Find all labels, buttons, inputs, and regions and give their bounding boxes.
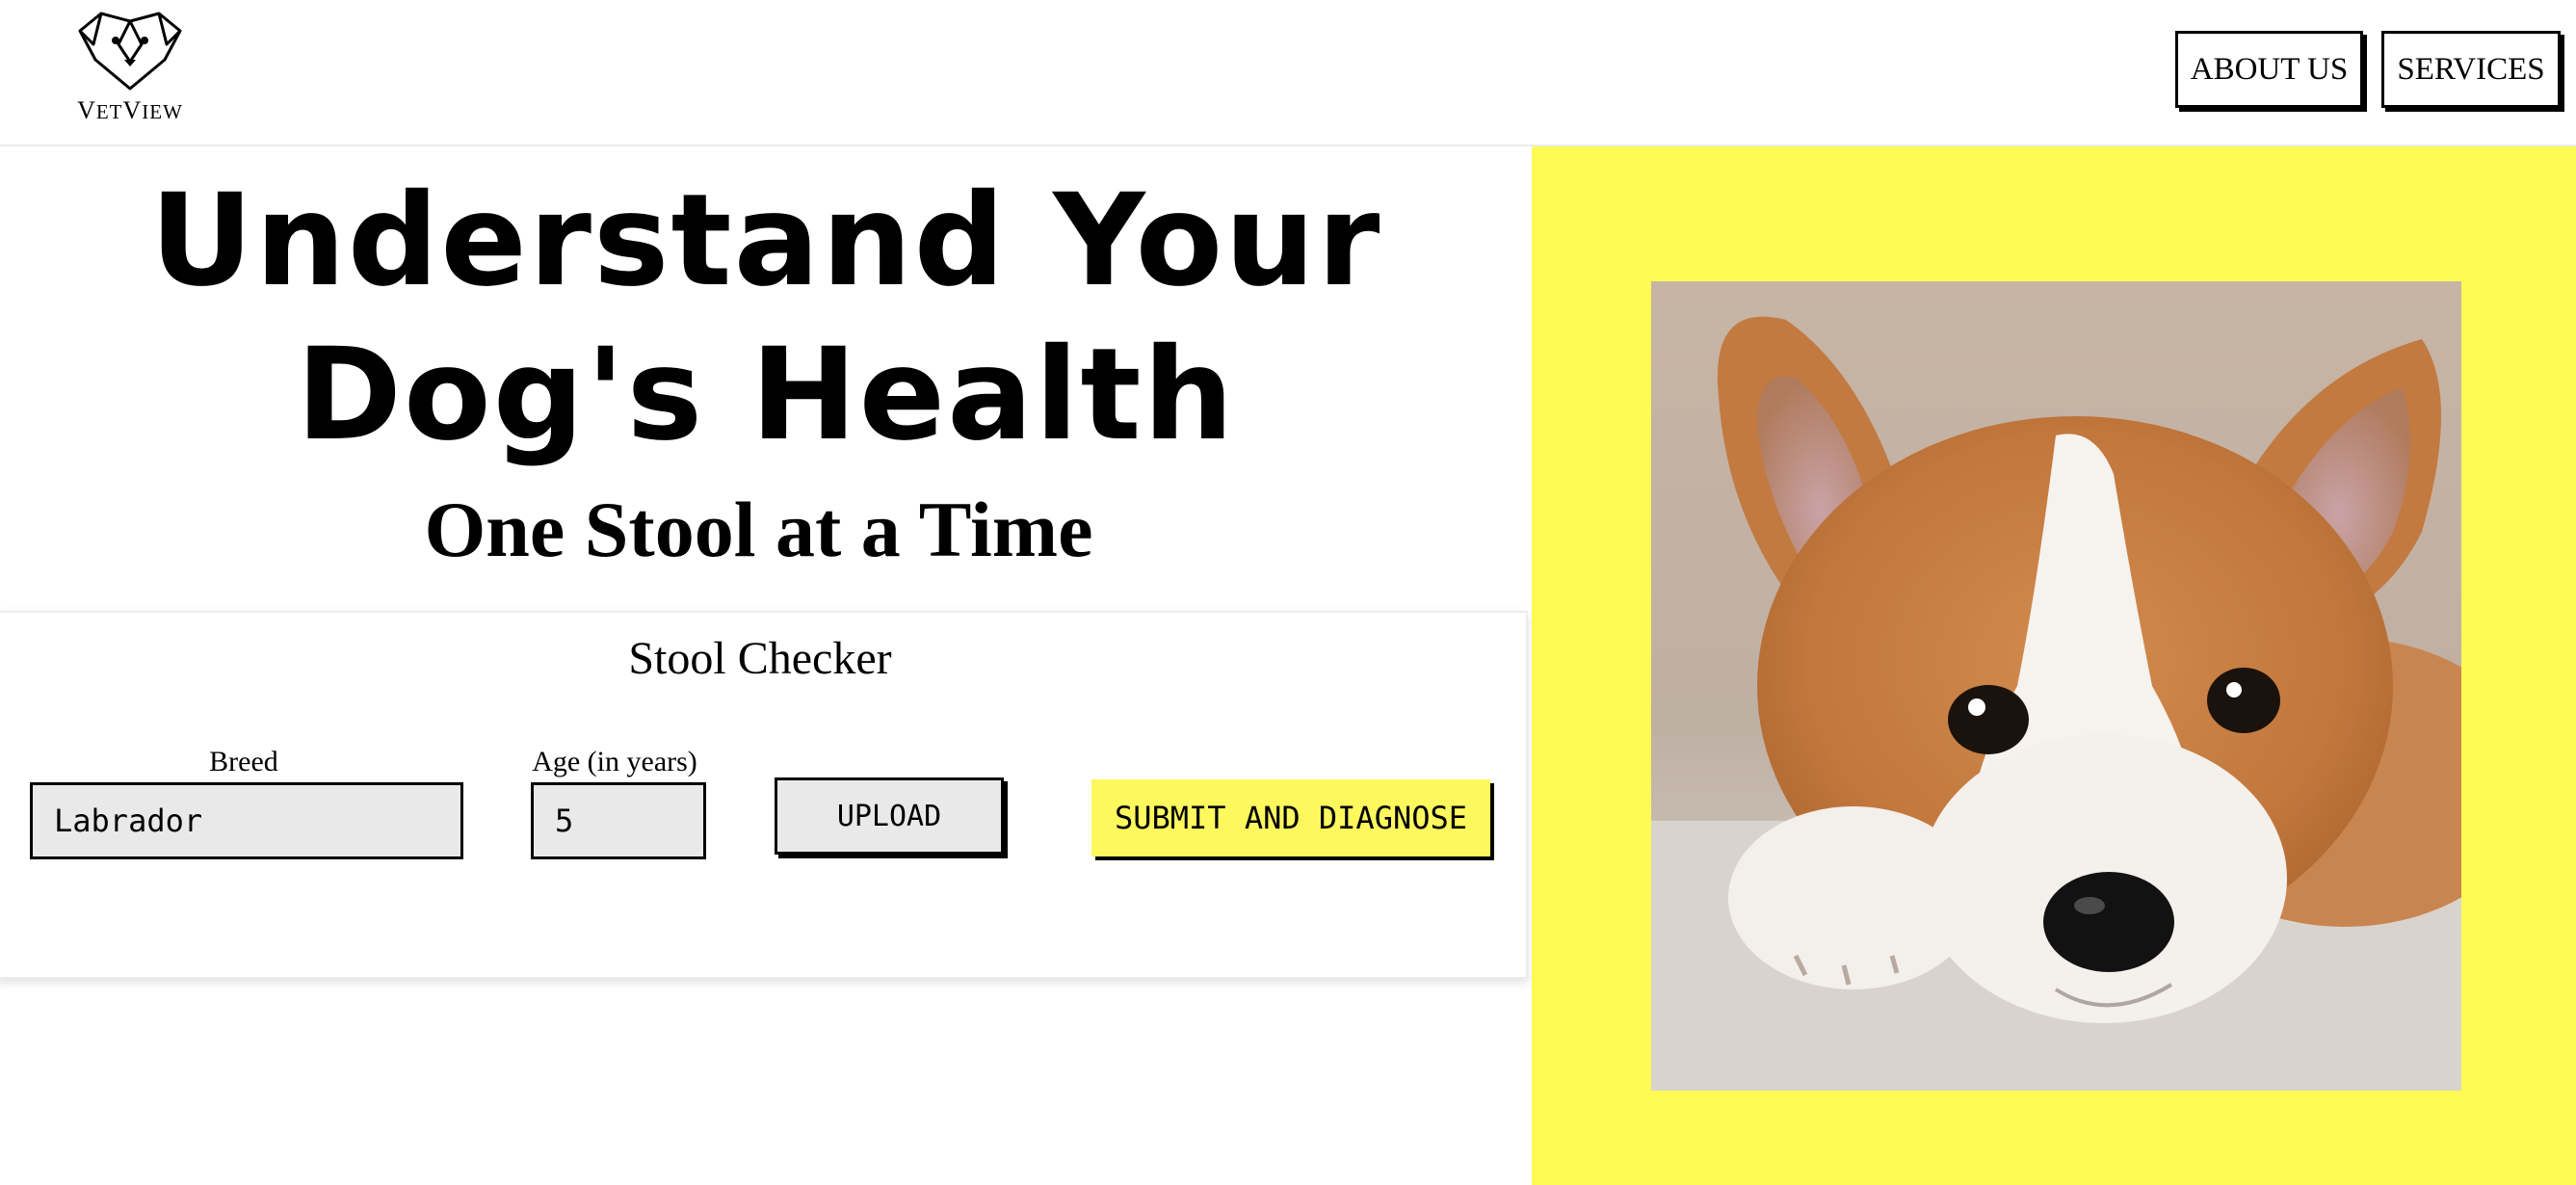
submit-and-diagnose-button[interactable]: SUBMIT AND DIAGNOSE [1091,779,1490,856]
hero-title: Understand Your Dog's Health [0,164,1532,472]
breed-label: Breed [209,746,278,777]
site-header: VETVIEW ABOUT US SERVICES [0,0,2576,146]
hero-title-line-1: Understand Your [149,167,1382,315]
vetview-logo[interactable]: VETVIEW [67,6,193,124]
dog-face-icon [78,12,182,91]
corgi-puppy-illustration [1651,281,2461,1091]
upload-button[interactable]: UPLOAD [775,777,1004,855]
age-label: Age (in years) [532,746,697,777]
about-us-button[interactable]: ABOUT US [2175,31,2363,108]
logo-wordmark: VETVIEW [77,96,183,124]
hero-title-line-2: Dog's Health [296,321,1236,469]
age-input[interactable]: 5 [531,782,706,859]
services-button[interactable]: SERVICES [2381,31,2561,108]
hero-subtitle: One Stool at a Time [424,486,1093,573]
corgi-puppy-image [1651,281,2461,1091]
stool-checker-title: Stool Checker [628,633,892,684]
breed-input[interactable]: Labrador [30,782,463,859]
stool-checker-card: Stool Checker Breed Age (in years) Labra… [0,611,1528,979]
